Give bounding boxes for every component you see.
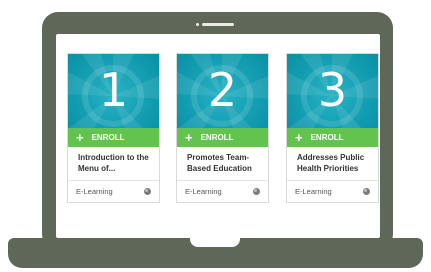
course-thumbnail[interactable]: 1 xyxy=(68,54,159,128)
plus-icon: + xyxy=(295,130,303,145)
enroll-button[interactable]: + ENROLL xyxy=(68,128,159,147)
enroll-button[interactable]: + ENROLL xyxy=(287,128,378,147)
course-type: E-Learning xyxy=(295,187,332,196)
globe-icon xyxy=(253,188,260,195)
course-card-1[interactable]: 1 + ENROLL Introduction to the Menu of..… xyxy=(67,53,160,203)
course-title[interactable]: Addresses Public Health Priorities xyxy=(287,147,378,179)
globe-icon xyxy=(144,188,151,195)
laptop-base-notch xyxy=(190,238,240,247)
course-thumbnail[interactable]: 2 xyxy=(177,54,268,128)
enroll-button[interactable]: + ENROLL xyxy=(177,128,268,147)
enroll-label: ENROLL xyxy=(200,133,234,142)
course-type: E-Learning xyxy=(185,187,222,196)
webcam-icon xyxy=(196,22,236,26)
course-number: 3 xyxy=(317,63,348,117)
card-footer: E-Learning xyxy=(287,180,378,202)
course-card-2[interactable]: 2 + ENROLL Promotes Team-Based Education… xyxy=(176,53,269,203)
enroll-label: ENROLL xyxy=(91,133,125,142)
course-title[interactable]: Promotes Team-Based Education xyxy=(177,147,268,179)
card-footer: E-Learning xyxy=(68,180,159,202)
plus-icon: + xyxy=(76,130,84,145)
course-number: 2 xyxy=(207,63,238,117)
course-card-3[interactable]: 3 + ENROLL Addresses Public Health Prior… xyxy=(286,53,379,203)
course-type: E-Learning xyxy=(76,187,113,196)
globe-icon xyxy=(363,188,370,195)
course-thumbnail[interactable]: 3 xyxy=(287,54,378,128)
course-title[interactable]: Introduction to the Menu of... xyxy=(68,147,159,179)
card-footer: E-Learning xyxy=(177,180,268,202)
course-number: 1 xyxy=(98,63,129,117)
enroll-label: ENROLL xyxy=(310,133,344,142)
plus-icon: + xyxy=(185,130,193,145)
